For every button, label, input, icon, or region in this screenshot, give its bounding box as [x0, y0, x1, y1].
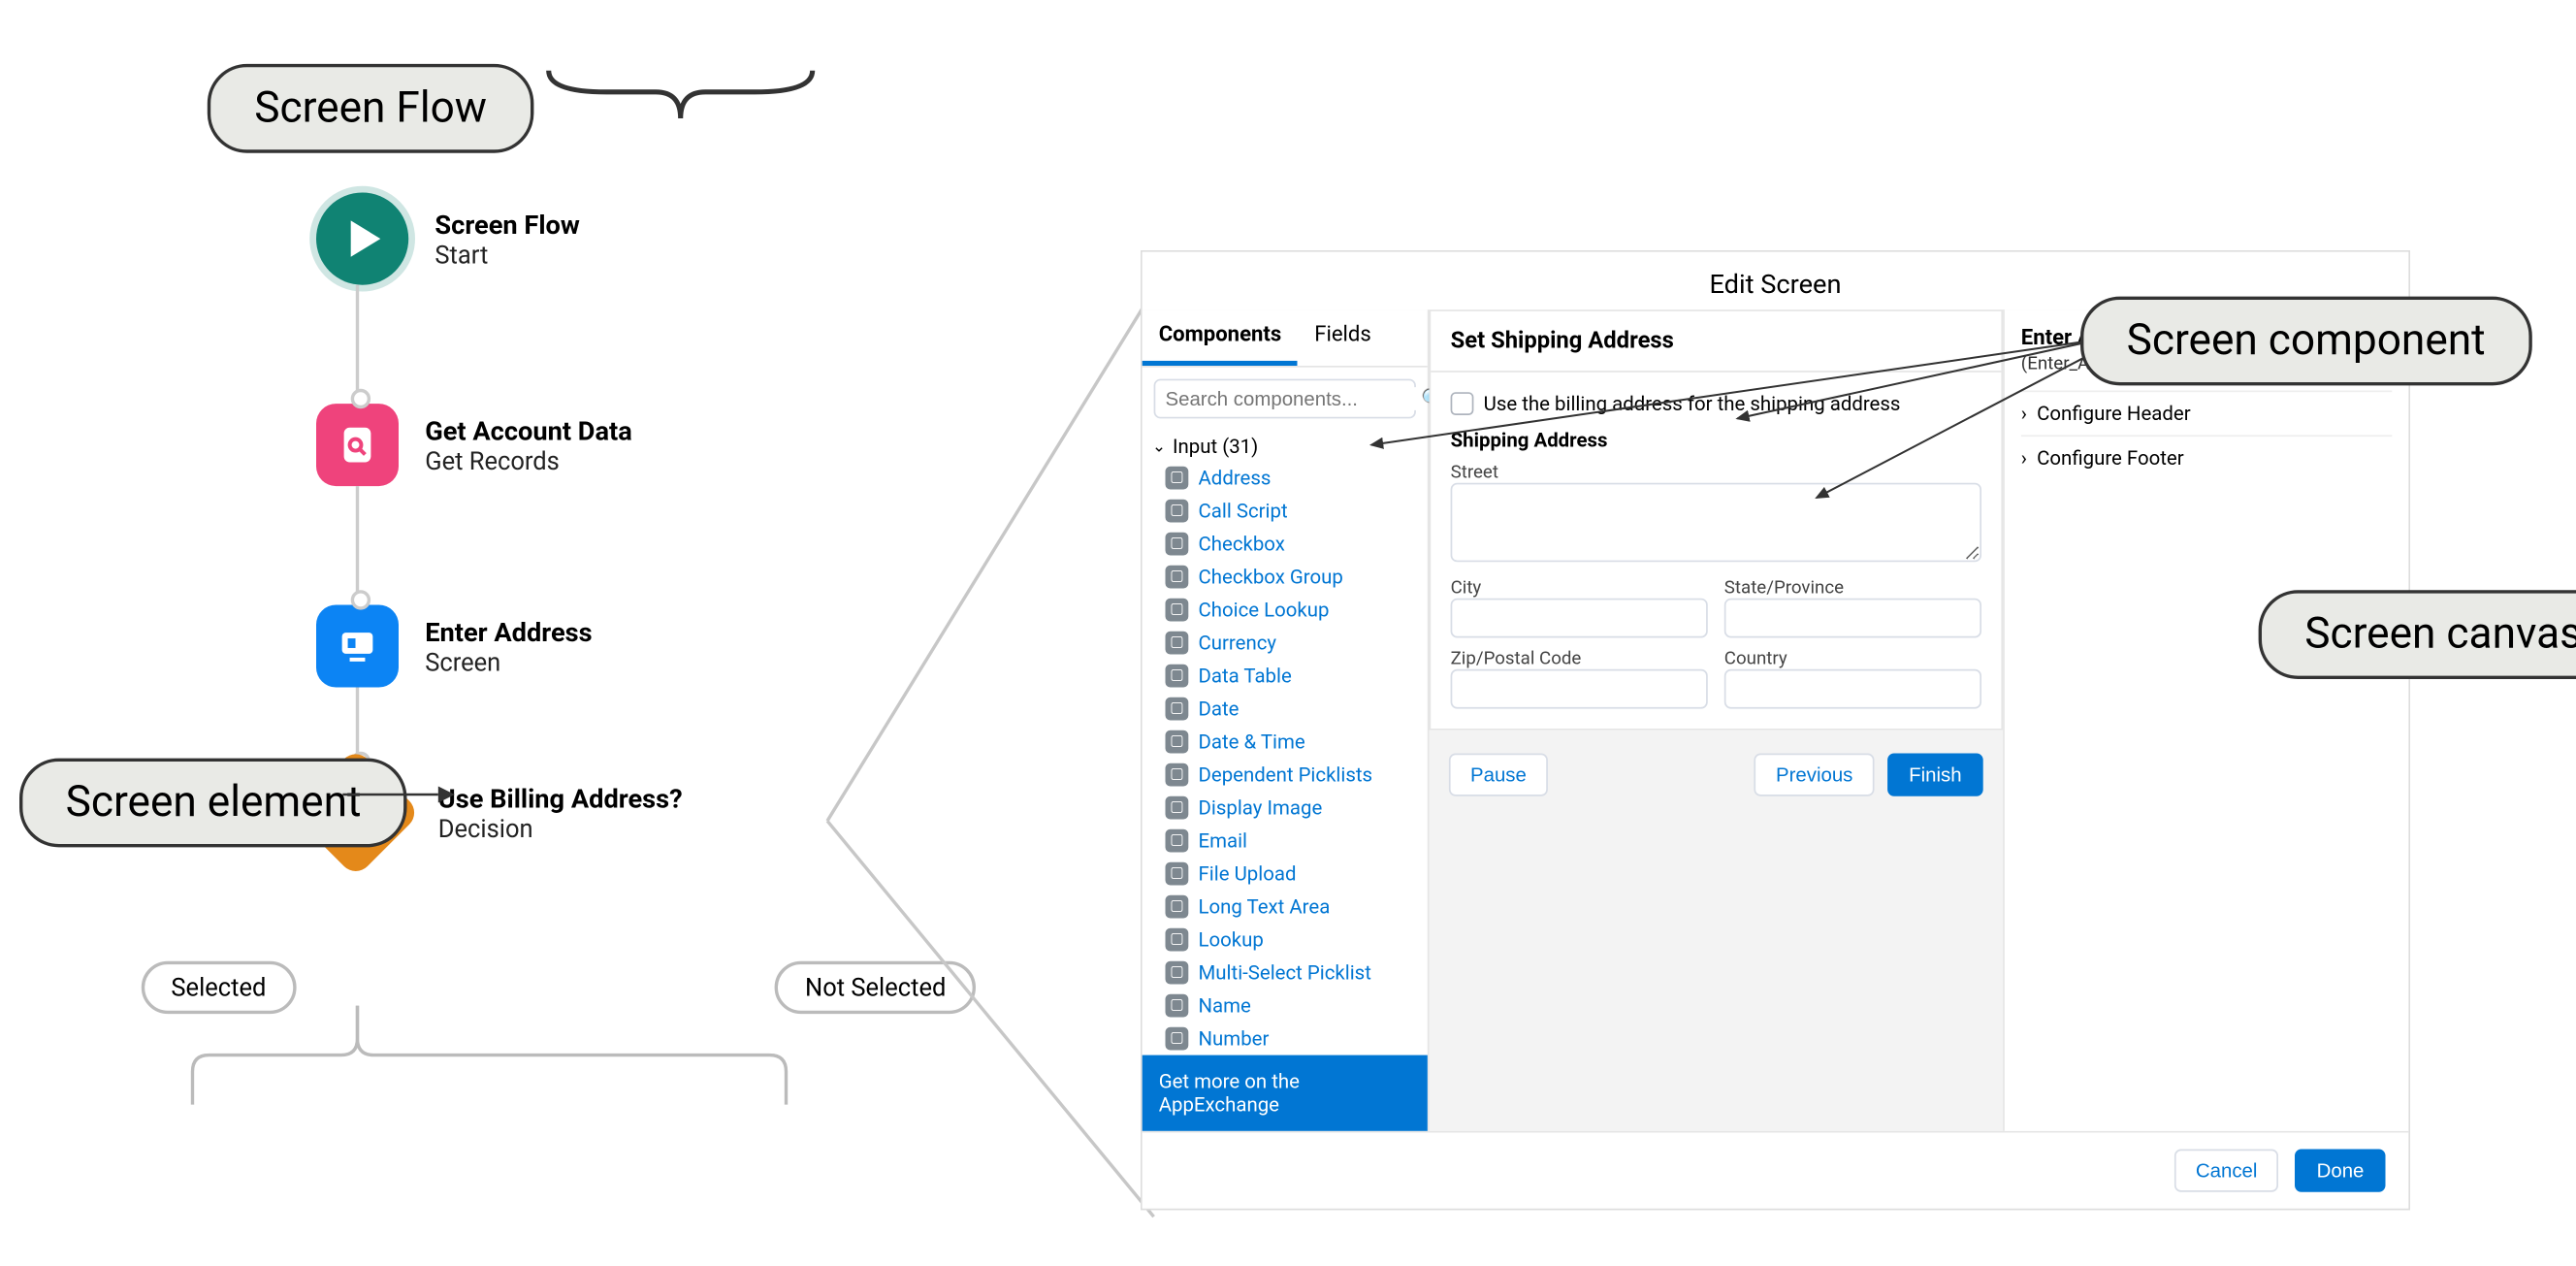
flow-start-title: Screen Flow: [435, 209, 579, 240]
component-item[interactable]: ▢ Name: [1143, 990, 1428, 1023]
component-icon: ▢: [1166, 763, 1189, 787]
flow-decision-sub: Decision: [438, 814, 683, 844]
screen-icon: [316, 605, 399, 688]
component-icon: ▢: [1166, 1027, 1189, 1051]
component-item[interactable]: ▢ Lookup: [1143, 924, 1428, 957]
done-button[interactable]: Done: [2296, 1150, 2386, 1192]
component-item[interactable]: ▢ Date & Time: [1143, 726, 1428, 759]
component-icon: ▢: [1166, 500, 1189, 523]
tab-components[interactable]: Components: [1143, 309, 1299, 366]
component-item[interactable]: ▢ File Upload: [1143, 858, 1428, 891]
component-label: Currency: [1199, 632, 1277, 655]
component-label: Email: [1199, 829, 1248, 853]
component-icon: ▢: [1166, 796, 1189, 820]
flow-start-node[interactable]: Screen Flow Start: [316, 193, 1009, 285]
component-item[interactable]: ▢ Data Table: [1143, 660, 1428, 693]
component-label: Date & Time: [1199, 730, 1305, 754]
previous-button[interactable]: Previous: [1755, 754, 1875, 796]
country-input[interactable]: [1724, 669, 1981, 709]
component-item[interactable]: ▢ Checkbox Group: [1143, 561, 1428, 594]
component-item[interactable]: ▢ Choice Lookup: [1143, 594, 1428, 627]
component-icon: ▢: [1166, 829, 1189, 853]
flow-getrec-title: Get Account Data: [425, 414, 632, 445]
city-label: City: [1451, 577, 1708, 599]
component-item[interactable]: ▢ Number: [1143, 1023, 1428, 1055]
component-label: Number: [1199, 1027, 1270, 1051]
component-label: Long Text Area: [1199, 895, 1331, 919]
finish-button[interactable]: Finish: [1887, 754, 1983, 796]
cancel-button[interactable]: Cancel: [2174, 1150, 2279, 1192]
flow-getrec-sub: Get Records: [425, 445, 632, 475]
component-label: Date: [1199, 698, 1240, 721]
component-label: Multi-Select Picklist: [1199, 961, 1371, 985]
component-icon: ▢: [1166, 730, 1189, 754]
component-label: Data Table: [1199, 665, 1292, 688]
component-icon: ▢: [1166, 467, 1189, 490]
component-icon: ▢: [1166, 665, 1189, 688]
flow-screen-sub: Screen: [425, 647, 592, 677]
callout-screen-component: Screen component: [2080, 297, 2531, 386]
component-item[interactable]: ▢ Display Image: [1143, 792, 1428, 825]
branch-selected[interactable]: Selected: [142, 961, 296, 1014]
zoom-wedge: [745, 276, 1174, 1266]
flow-screen-title: Enter Address: [425, 616, 592, 647]
component-label: Dependent Picklists: [1199, 763, 1373, 787]
component-label: Checkbox Group: [1199, 566, 1343, 589]
state-label: State/Province: [1724, 577, 1981, 599]
component-item[interactable]: ▢ Multi-Select Picklist: [1143, 957, 1428, 990]
pause-button[interactable]: Pause: [1449, 754, 1548, 796]
get-records-icon: [316, 404, 399, 486]
play-icon: [316, 193, 408, 285]
component-icon: ▢: [1166, 961, 1189, 985]
component-label: Lookup: [1199, 928, 1264, 952]
component-item[interactable]: ▢ Email: [1143, 825, 1428, 858]
component-label: Checkbox: [1199, 533, 1285, 556]
component-label: Choice Lookup: [1199, 599, 1330, 622]
component-item[interactable]: ▢ Dependent Picklists: [1143, 759, 1428, 792]
state-input[interactable]: [1724, 599, 1981, 638]
component-icon: ▢: [1166, 533, 1189, 556]
callout-screen-flow: Screen Flow: [209, 64, 533, 153]
flow-start-sub: Start: [435, 240, 579, 270]
component-icon: ▢: [1166, 698, 1189, 721]
flow-decision-title: Use Billing Address?: [438, 782, 683, 813]
country-label: Country: [1724, 648, 1981, 669]
appexchange-link[interactable]: Get more on the AppExchange: [1143, 1055, 1428, 1131]
component-icon: ▢: [1166, 895, 1189, 919]
component-icon: ▢: [1166, 566, 1189, 589]
component-icon: ▢: [1166, 599, 1189, 622]
component-label: File Upload: [1199, 862, 1297, 886]
component-label: Call Script: [1199, 500, 1288, 523]
component-icon: ▢: [1166, 928, 1189, 952]
screen-flow-callout: Screen Flow: [19, 52, 1009, 153]
zip-label: Zip/Postal Code: [1451, 648, 1708, 669]
component-label: Display Image: [1199, 796, 1323, 820]
chevron-down-icon: ⌄: [1152, 438, 1166, 456]
zip-input[interactable]: [1451, 669, 1708, 709]
component-label: Address: [1199, 467, 1272, 490]
component-icon: ▢: [1166, 632, 1189, 655]
city-input[interactable]: [1451, 599, 1708, 638]
callout-screen-canvas: Screen canvas: [2259, 590, 2576, 679]
component-item[interactable]: ▢ Date: [1143, 693, 1428, 726]
component-item[interactable]: ▢ Long Text Area: [1143, 891, 1428, 924]
component-icon: ▢: [1166, 994, 1189, 1018]
component-label: Name: [1199, 994, 1251, 1018]
component-icon: ▢: [1166, 862, 1189, 886]
component-item[interactable]: ▢ Currency: [1143, 627, 1428, 660]
